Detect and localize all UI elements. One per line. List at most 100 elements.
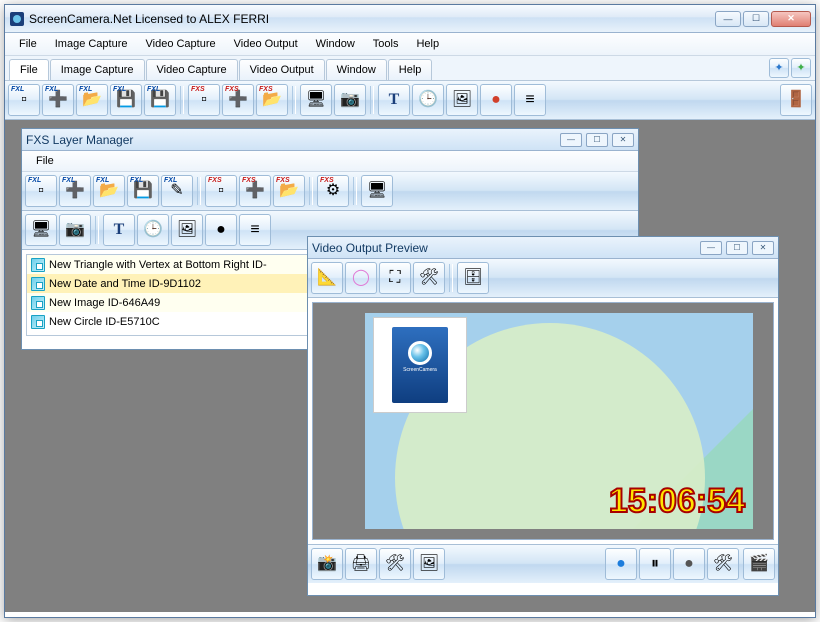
helper-pin2-icon[interactable]: ✦ [791, 58, 811, 78]
pv-minimize-button[interactable] [700, 241, 722, 255]
lm-minimize-button[interactable] [560, 133, 582, 147]
lm-close-button[interactable] [612, 133, 634, 147]
separator [197, 177, 201, 205]
pv-close-button[interactable] [752, 241, 774, 255]
record-icon[interactable]: ● [605, 548, 637, 580]
tab-video-capture[interactable]: Video Capture [146, 59, 238, 80]
helper-pin-icon[interactable]: ✦ [769, 58, 789, 78]
datetime-layer: 15:06:54 [609, 482, 745, 521]
main-menubar: FileImage CaptureVideo CaptureVideo Outp… [5, 33, 815, 56]
close-button[interactable] [771, 11, 811, 27]
color-wheel-icon[interactable]: ◯ [345, 262, 377, 294]
monitor-icon[interactable]: 🖥 [25, 214, 57, 246]
fxl-add[interactable]: FXL➕ [59, 175, 91, 207]
preview-canvas: ScreenCamera 15:06:54 [312, 302, 774, 540]
clock-icon[interactable]: 🕒 [137, 214, 169, 246]
separator [449, 264, 453, 292]
fxl-new[interactable]: FXL▫ [25, 175, 57, 207]
list-icon[interactable]: ≡ [514, 84, 546, 116]
tools-icon[interactable]: 🛠 [379, 548, 411, 580]
lm-toolbar-1: FXL▫FXL➕FXL📂FXL💾FXL✎ FXS▫FXS➕FXS📂 FXS⚙ 🖥 [22, 172, 638, 211]
layer-label: New Image ID-646A49 [49, 297, 160, 309]
separator [353, 177, 357, 205]
fxs-open[interactable]: FXS📂 [256, 84, 288, 116]
preview-toolbar: 📐◯⛶🛠 🗄 [308, 259, 778, 298]
preview-titlebar[interactable]: Video Output Preview [308, 237, 778, 259]
fxl-open[interactable]: FXL📂 [93, 175, 125, 207]
tab-image-capture[interactable]: Image Capture [50, 59, 145, 80]
fxl-edit[interactable]: FXL✎ [161, 175, 193, 207]
layer-icon [31, 277, 45, 291]
fxs-new[interactable]: FXS▫ [205, 175, 237, 207]
menu-help[interactable]: Help [408, 36, 447, 52]
fxl-add[interactable]: FXL➕ [42, 84, 74, 116]
minimize-button[interactable] [715, 11, 741, 27]
lm-menu-file[interactable]: File [28, 153, 62, 169]
fxl-save[interactable]: FXL💾 [110, 84, 142, 116]
text-icon[interactable]: T [378, 84, 410, 116]
main-titlebar[interactable]: ScreenCamera.Net Licensed to ALEX FERRI [5, 5, 815, 33]
webcam-icon[interactable]: 📷 [334, 84, 366, 116]
image-layer: ScreenCamera [373, 317, 467, 413]
tools-icon[interactable]: 🛠 [413, 262, 445, 294]
menu-image-capture[interactable]: Image Capture [47, 36, 136, 52]
text-icon[interactable]: T [103, 214, 135, 246]
image-icon[interactable]: 🖼 [446, 84, 478, 116]
clock-icon[interactable]: 🕒 [412, 84, 444, 116]
database-icon[interactable]: 🗄 [457, 262, 489, 294]
fit-screen-icon[interactable]: ⛶ [379, 262, 411, 294]
main-toolbar: FXL▫FXL➕FXL📂FXL💾FXL💾FXS▫FXS➕FXS📂🖥📷T🕒🖼●≡ … [5, 81, 815, 120]
product-label: ScreenCamera [403, 367, 437, 373]
fxs-options[interactable]: FXS⚙ [317, 175, 349, 207]
monitor-icon[interactable]: 🖥 [300, 84, 332, 116]
print-icon[interactable]: 🖨 [345, 548, 377, 580]
layer-label: New Date and Time ID-9D1102 [49, 278, 201, 290]
image-icon[interactable]: 🖼 [171, 214, 203, 246]
list-icon[interactable]: ≡ [239, 214, 271, 246]
webcam-icon[interactable]: 📷 [59, 214, 91, 246]
layer-icon [31, 315, 45, 329]
snapshot-icon[interactable]: 📸 [311, 548, 343, 580]
layer-manager-titlebar[interactable]: FXS Layer Manager [22, 129, 638, 151]
fxs-add[interactable]: FXS➕ [239, 175, 271, 207]
tab-help[interactable]: Help [388, 59, 433, 80]
exit-button[interactable]: 🚪 [780, 84, 812, 116]
tools-icon[interactable]: 🛠 [707, 548, 739, 580]
fxl-save[interactable]: FXL💾 [127, 175, 159, 207]
fxl-save-as[interactable]: FXL💾 [144, 84, 176, 116]
fxs-open[interactable]: FXS📂 [273, 175, 305, 207]
maximize-button[interactable] [743, 11, 769, 27]
image-icon[interactable]: 🖼 [413, 548, 445, 580]
separator [309, 177, 313, 205]
fxl-new[interactable]: FXL▫ [8, 84, 40, 116]
export-icon[interactable]: 🎬 [743, 548, 775, 580]
tab-video-output[interactable]: Video Output [239, 59, 325, 80]
layer-icon [31, 296, 45, 310]
fxs-new[interactable]: FXS▫ [188, 84, 220, 116]
pv-maximize-button[interactable] [726, 241, 748, 255]
lm-maximize-button[interactable] [586, 133, 608, 147]
fxs-add[interactable]: FXS➕ [222, 84, 254, 116]
monitor-icon[interactable]: 🖥 [361, 175, 393, 207]
preview-window[interactable]: Video Output Preview 📐◯⛶🛠🗄 ScreenCamera [307, 236, 779, 596]
fxl-open[interactable]: FXL📂 [76, 84, 108, 116]
tab-window[interactable]: Window [326, 59, 387, 80]
menu-file[interactable]: File [11, 36, 45, 52]
menu-video-output[interactable]: Video Output [226, 36, 306, 52]
shape-icon[interactable]: ● [480, 84, 512, 116]
ruler-icon[interactable]: 📐 [311, 262, 343, 294]
main-tabbar: FileImage CaptureVideo CaptureVideo Outp… [5, 56, 815, 81]
stop-icon[interactable]: ● [673, 548, 705, 580]
main-title: ScreenCamera.Net Licensed to ALEX FERRI [29, 12, 715, 26]
tab-file[interactable]: File [9, 59, 49, 80]
preview-title: Video Output Preview [312, 241, 700, 255]
main-window: ScreenCamera.Net Licensed to ALEX FERRI … [4, 4, 816, 618]
menu-video-capture[interactable]: Video Capture [138, 36, 224, 52]
preview-bottombar: 📸🖨🛠🖼●⏸●🛠🎬 [308, 544, 778, 583]
menu-window[interactable]: Window [308, 36, 363, 52]
pause-icon[interactable]: ⏸ [639, 548, 671, 580]
menu-tools[interactable]: Tools [365, 36, 407, 52]
separator [180, 86, 184, 114]
shape-icon[interactable]: ● [205, 214, 237, 246]
separator [95, 216, 99, 244]
